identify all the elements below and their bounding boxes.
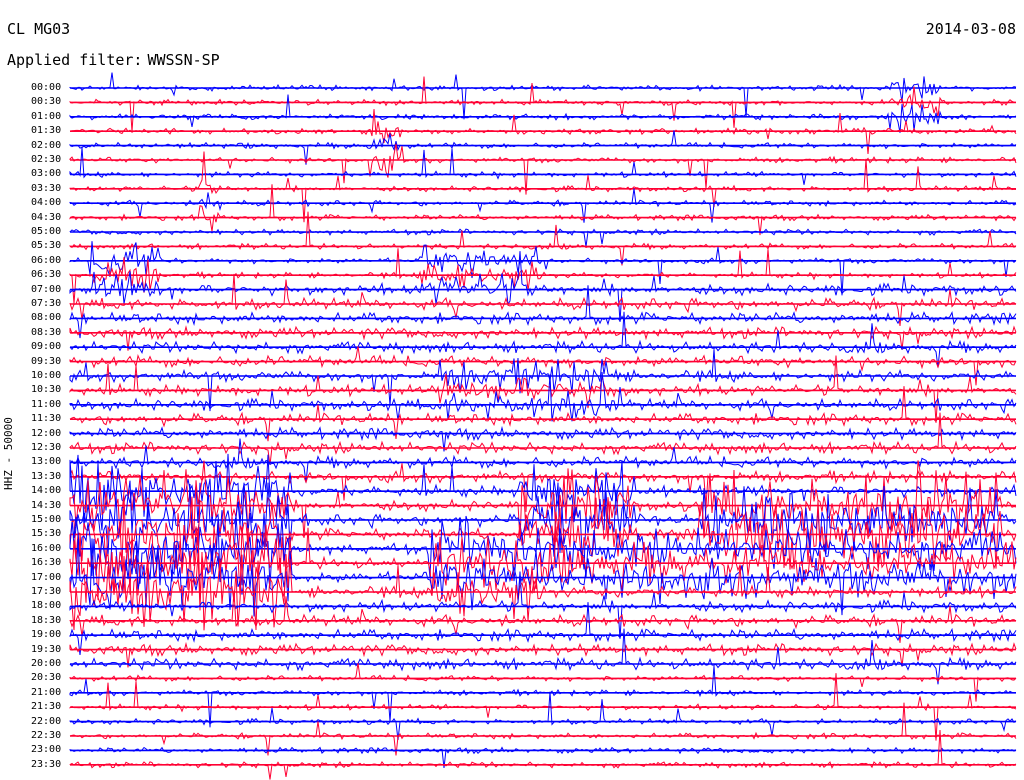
trace-row: [69, 355, 1017, 423]
trace-row: [69, 628, 1017, 685]
trace-row: [69, 72, 1017, 120]
trace-row: [69, 311, 1017, 368]
trace-row: [69, 349, 1017, 412]
trace-row: [69, 463, 1017, 512]
trace-row: [69, 702, 1017, 756]
trace-row: [69, 76, 1017, 132]
trace-row: [69, 665, 1017, 728]
trace-row: [69, 571, 1017, 639]
trace-row: [69, 248, 1017, 304]
trace-row: [69, 147, 1017, 185]
helicorder-plot: [69, 72, 1017, 780]
trace-row: [69, 251, 1017, 323]
trace-row: [69, 729, 1017, 780]
trace-row: [69, 143, 1017, 195]
trace-row: [69, 94, 1017, 133]
